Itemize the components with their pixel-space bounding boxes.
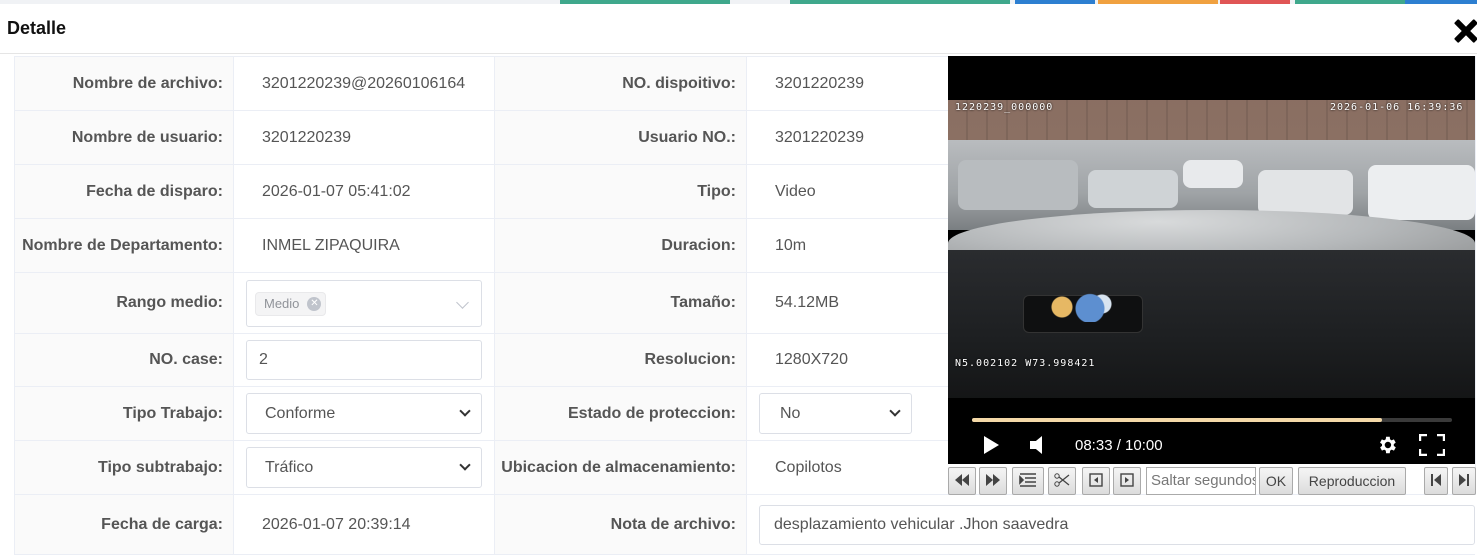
subwork-type-cell: Tráfico bbox=[233, 440, 495, 495]
first-button[interactable] bbox=[1424, 467, 1448, 495]
user-name-label: Nombre de usuario: bbox=[14, 110, 234, 165]
seek-bar[interactable] bbox=[972, 418, 1452, 422]
chevron-down-icon bbox=[456, 295, 469, 309]
range-cell: Medio ✕ bbox=[233, 272, 495, 334]
fullscreen-icon[interactable] bbox=[1418, 433, 1446, 457]
next-frame-button[interactable] bbox=[1113, 467, 1141, 495]
ok-button[interactable]: OK bbox=[1259, 467, 1293, 495]
chevron-down-icon bbox=[459, 405, 471, 417]
trigger-date-value: 2026-01-07 05:41:02 bbox=[233, 164, 495, 219]
range-label: Rango medio: bbox=[14, 272, 234, 334]
protection-state-select[interactable]: No bbox=[759, 393, 912, 434]
previous-frame-button[interactable] bbox=[1082, 467, 1110, 495]
range-tag: Medio ✕ bbox=[255, 291, 327, 316]
file-note-label: Nota de archivo: bbox=[494, 494, 747, 555]
storage-location-label: Ubicacion de almacenamiento: bbox=[494, 440, 747, 495]
file-note-cell: desplazamiento vehicular .Jhon saavedra bbox=[746, 494, 1475, 555]
department-value: INMEL ZIPAQUIRA bbox=[233, 218, 495, 273]
osd-datetime: 2026-01-06 16:39:36 bbox=[1330, 102, 1464, 113]
duration-label: Duracion: bbox=[494, 218, 747, 273]
seek-seconds-input[interactable]: Saltar segundos bbox=[1146, 467, 1256, 495]
type-label: Tipo: bbox=[494, 164, 747, 219]
case-number-label: NO. case: bbox=[14, 333, 234, 387]
user-name-value: 3201220239 bbox=[233, 110, 495, 165]
range-tag-label: Medio bbox=[264, 295, 300, 311]
trigger-date-label: Fecha de disparo: bbox=[14, 164, 234, 219]
osd-camera-id: 1220239_000000 bbox=[955, 102, 1054, 113]
fast-forward-button[interactable] bbox=[979, 467, 1007, 495]
volume-icon[interactable] bbox=[1028, 434, 1048, 456]
case-number-input[interactable]: 2 bbox=[246, 340, 482, 380]
file-name-label: Nombre de archivo: bbox=[14, 56, 234, 111]
dialog-header: Detalle bbox=[0, 4, 1477, 54]
play-icon[interactable] bbox=[984, 436, 999, 454]
department-label: Nombre de Departamento: bbox=[14, 218, 234, 273]
subwork-type-label: Tipo subtrabajo: bbox=[14, 440, 234, 495]
protection-state-label: Estado de proteccion: bbox=[494, 386, 747, 441]
file-name-value: 3201220239@20260106164 bbox=[233, 56, 495, 111]
video-frame[interactable]: 1220239_000000 2026-01-06 16:39:36 N5.00… bbox=[948, 100, 1475, 398]
dialog-title: Detalle bbox=[7, 18, 67, 38]
seek-bar-fill bbox=[972, 418, 1383, 422]
scissors-icon[interactable] bbox=[1048, 467, 1076, 495]
work-type-cell: Conforme bbox=[233, 386, 495, 441]
work-type-value: Conforme bbox=[265, 405, 336, 422]
chevron-down-icon bbox=[889, 405, 901, 417]
device-number-label: NO. dispoitivo: bbox=[494, 56, 747, 111]
subwork-type-select[interactable]: Tráfico bbox=[246, 447, 482, 488]
time-display: 08:33 / 10:00 bbox=[1075, 437, 1163, 454]
form-row: Fecha de carga: 2026-01-07 20:39:14 Nota… bbox=[14, 494, 1475, 555]
detail-dialog: Detalle Nombre de archivo: 3201220239@20… bbox=[0, 4, 1477, 555]
video-player[interactable]: 1220239_000000 2026-01-06 16:39:36 N5.00… bbox=[948, 56, 1475, 464]
user-number-label: Usuario NO.: bbox=[494, 110, 747, 165]
osd-gps: N5.002102 W73.998421 bbox=[955, 358, 1096, 369]
upload-date-value: 2026-01-07 20:39:14 bbox=[233, 494, 495, 555]
rewind-button[interactable] bbox=[948, 467, 976, 495]
case-number-cell: 2 bbox=[233, 333, 495, 387]
upload-date-label: Fecha de carga: bbox=[14, 494, 234, 555]
protection-state-value: No bbox=[780, 405, 801, 422]
gear-icon[interactable] bbox=[1376, 434, 1398, 456]
chevron-down-icon bbox=[459, 459, 471, 471]
close-icon[interactable] bbox=[1450, 16, 1477, 46]
file-note-input[interactable]: desplazamiento vehicular .Jhon saavedra bbox=[759, 504, 1475, 545]
resolution-label: Resolucion: bbox=[494, 333, 747, 387]
range-select[interactable]: Medio ✕ bbox=[246, 279, 482, 327]
list-button[interactable] bbox=[1012, 467, 1044, 495]
size-label: Tamaño: bbox=[494, 272, 747, 334]
playback-button[interactable]: Reproduccion bbox=[1298, 467, 1406, 495]
work-type-select[interactable]: Conforme bbox=[246, 393, 482, 434]
work-type-label: Tipo Trabajo: bbox=[14, 386, 234, 441]
tag-close-icon[interactable]: ✕ bbox=[307, 296, 322, 311]
subwork-type-value: Tráfico bbox=[265, 459, 314, 476]
last-button[interactable] bbox=[1452, 467, 1476, 495]
